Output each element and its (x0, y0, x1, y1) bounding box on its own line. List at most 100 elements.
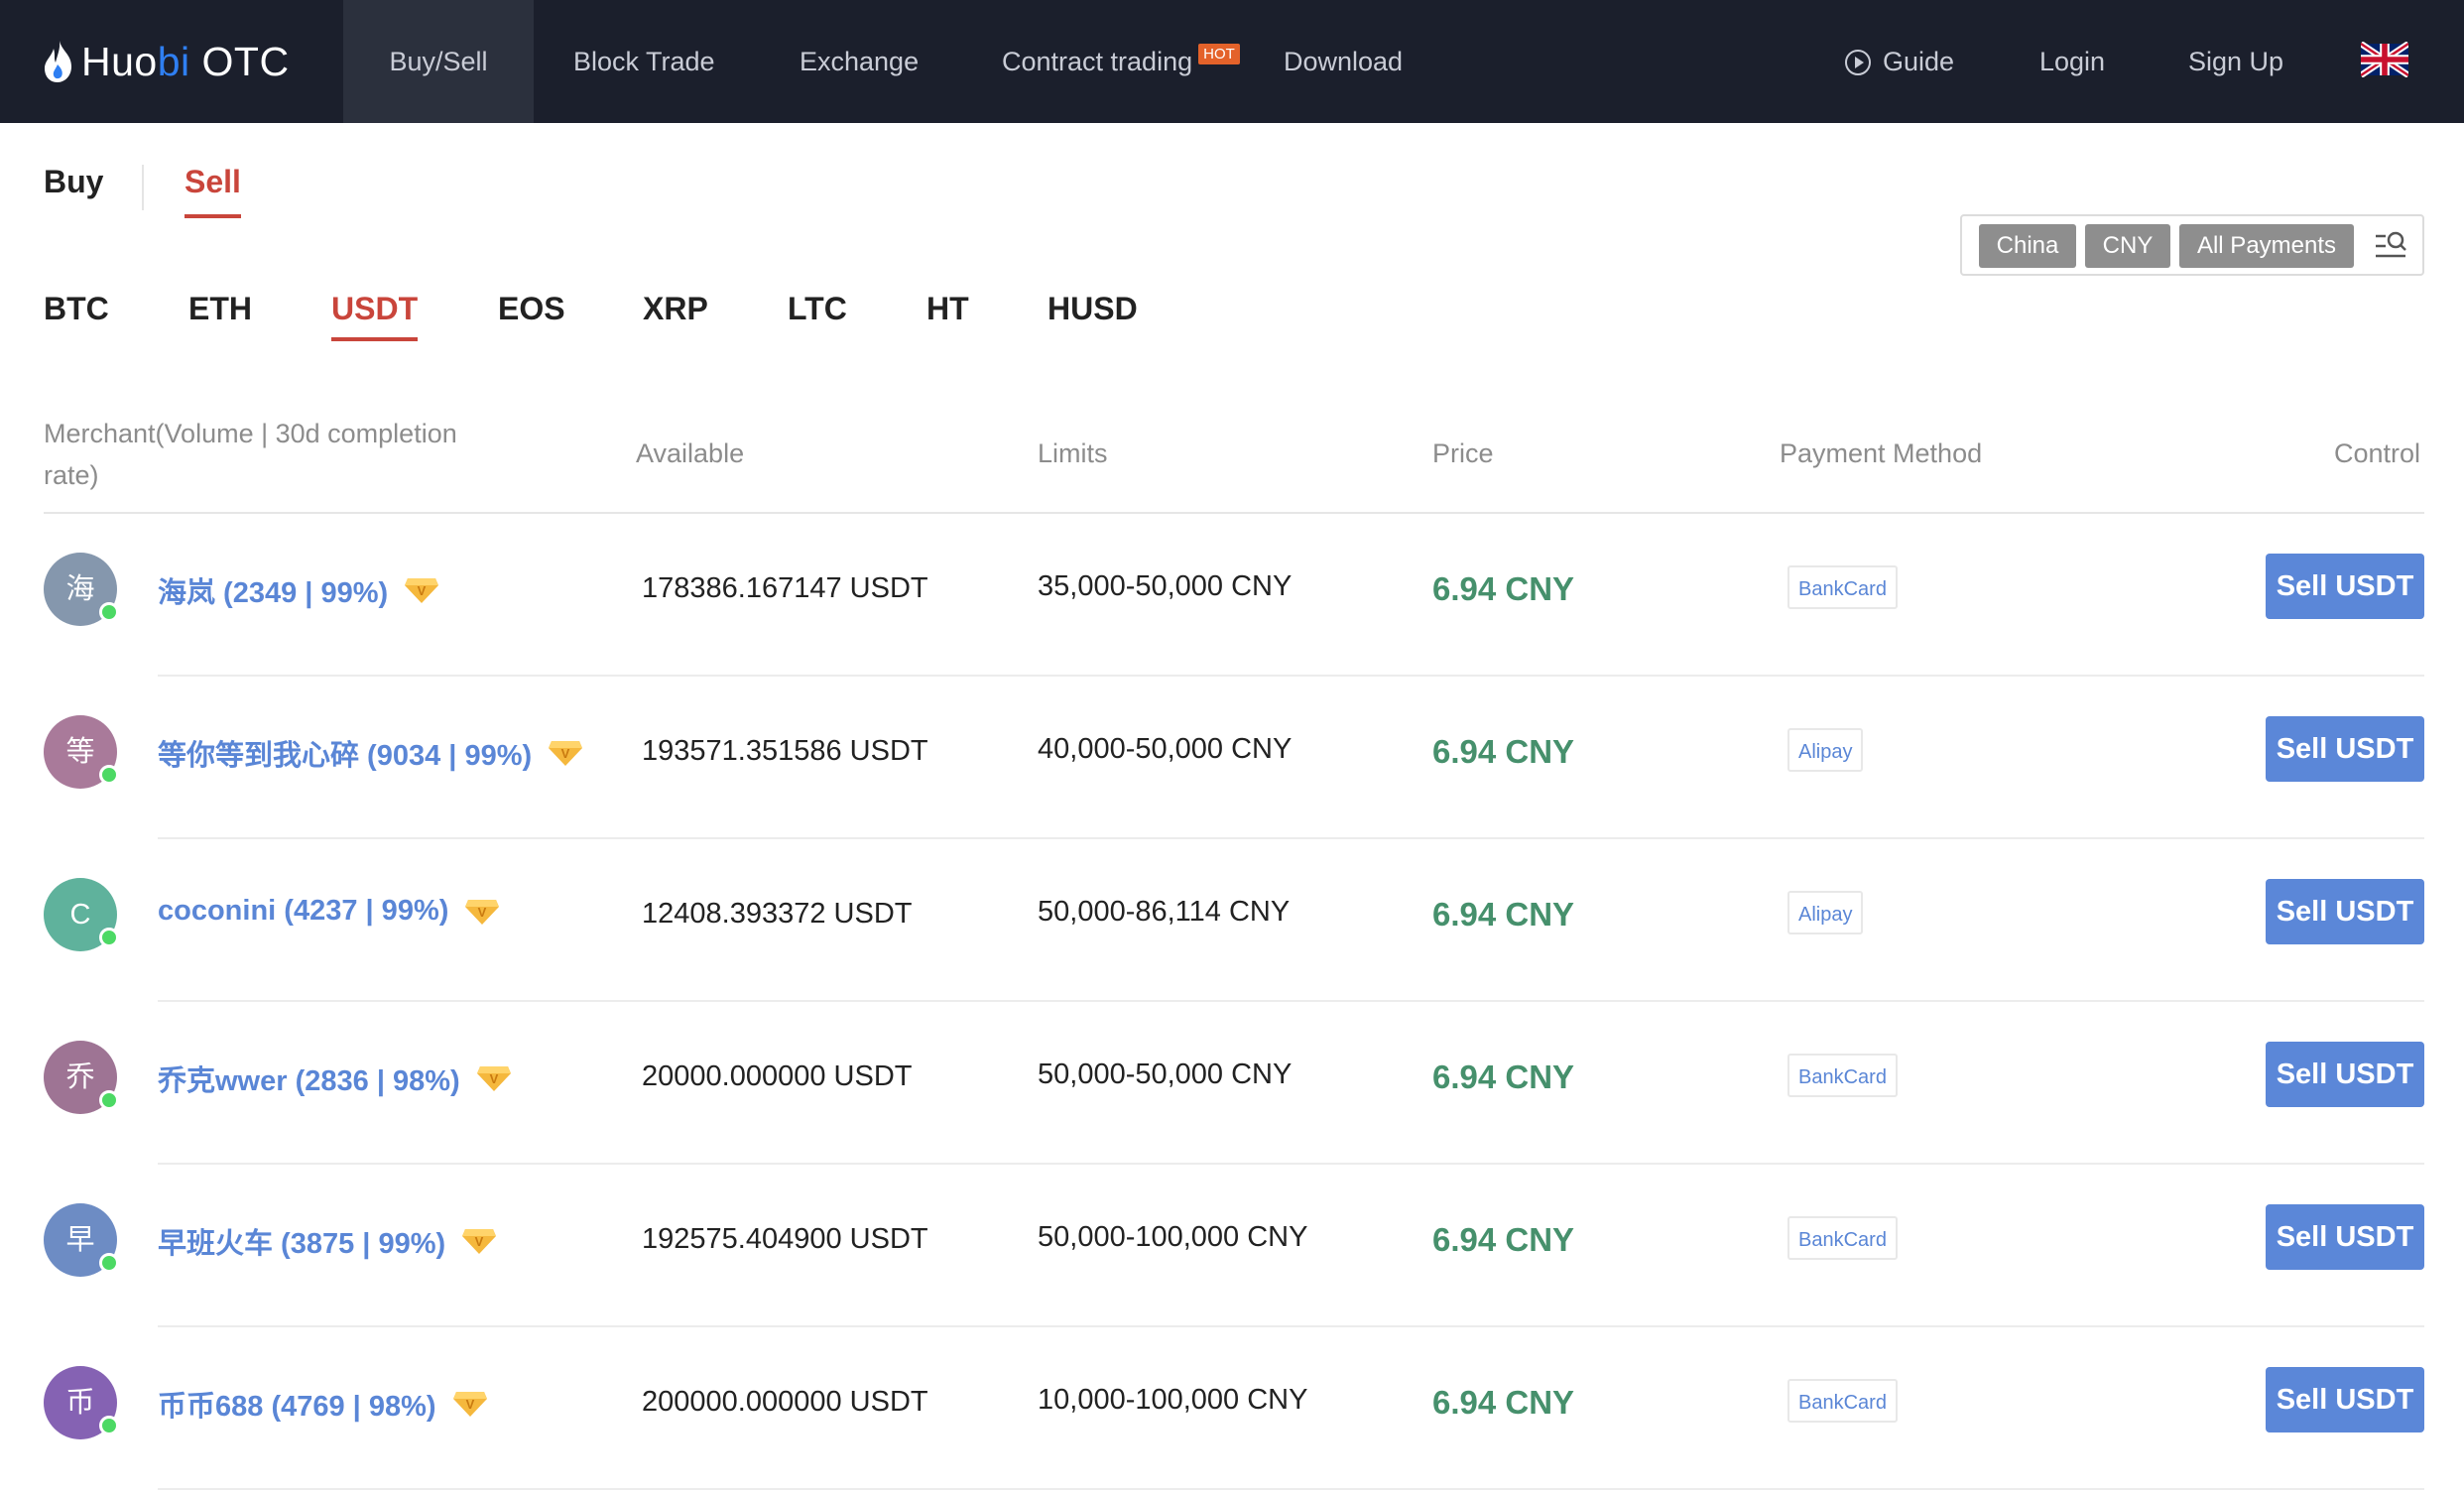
merchant-name: 等你等到我心碎 (9034 | 99%) (158, 740, 533, 772)
merchant-name: 币币688 (4769 | 98%) (158, 1391, 436, 1423)
avatar[interactable]: C (44, 878, 119, 951)
coin-tab-xrp[interactable]: XRP (643, 291, 708, 327)
table-row: Ccoconini (4237 | 99%) 12408.393372 USDT 5… (0, 839, 2464, 1002)
limits-range: 50,000-50,000 CNY (1038, 1058, 1293, 1090)
payment-method-badge: Alipay (1787, 891, 1864, 934)
header-limits: Limits (1038, 438, 1108, 468)
limits-range: 50,000-86,114 CNY (1038, 896, 1291, 928)
play-circle-icon (1845, 50, 1871, 75)
limits-range: 40,000-50,000 CNY (1038, 733, 1293, 765)
limits-range: 10,000-100,000 CNY (1038, 1384, 1308, 1416)
price-value: 6.94 CNY (1432, 570, 1575, 607)
avatar[interactable]: 币 (44, 1366, 119, 1439)
row-divider (158, 1488, 2424, 1490)
table-row: 乔 乔克wwer (2836 | 98%) 20000.000000 USDT 50,… (0, 1002, 2464, 1165)
merchant-name: coconini (4237 | 99%) (158, 895, 449, 927)
nav-guide[interactable]: Guide (1845, 0, 1954, 123)
merchant-name: 乔克wwer (2836 | 98%) (158, 1065, 460, 1097)
online-status-dot (99, 1416, 119, 1435)
vip-diamond-icon (404, 575, 439, 605)
sell-usdt-button[interactable]: Sell USDT (2266, 879, 2424, 944)
coin-tab-ht[interactable]: HT (926, 291, 969, 327)
coin-tab-eth[interactable]: ETH (188, 291, 252, 327)
online-status-dot (99, 928, 119, 947)
coin-tab-btc[interactable]: BTC (44, 291, 109, 327)
avatar[interactable]: 等 (44, 715, 119, 789)
table-row: 早 早班火车 (3875 | 99%) 192575.404900 USDT 50,0… (0, 1165, 2464, 1327)
available-amount: 20000.000000 USDT (642, 1060, 913, 1092)
tab-buy[interactable]: Buy (44, 164, 103, 200)
vip-diamond-icon (548, 738, 583, 768)
online-status-dot (99, 1090, 119, 1110)
payment-method-badge: BankCard (1787, 1054, 1898, 1097)
top-nav: Huobi OTC Buy/Sell Block Trade Exchange … (0, 0, 2464, 123)
header-price: Price (1432, 438, 1494, 468)
uk-flag-icon[interactable] (2361, 42, 2408, 77)
payment-method-badge: BankCard (1787, 565, 1898, 609)
flame-icon (45, 41, 71, 82)
avatar[interactable]: 海 (44, 553, 119, 626)
limits-range: 35,000-50,000 CNY (1038, 570, 1293, 602)
table-row: 海 海岚 (2349 | 99%) 178386.167147 USDT 35,000… (0, 514, 2464, 677)
nav-buy-sell[interactable]: Buy/Sell (343, 0, 534, 123)
avatar[interactable]: 早 (44, 1203, 119, 1277)
merchant-link[interactable]: 早班火车 (3875 | 99%) (158, 1220, 497, 1262)
avatar[interactable]: 乔 (44, 1041, 119, 1114)
coin-tab-usdt[interactable]: USDT (331, 291, 419, 341)
payment-method-badge: Alipay (1787, 728, 1864, 772)
coin-tab-eos[interactable]: EOS (498, 291, 565, 327)
sell-usdt-button[interactable]: Sell USDT (2266, 554, 2424, 619)
filter-bar: China CNY All Payments (1960, 214, 2424, 276)
nav-login[interactable]: Login (2039, 0, 2105, 123)
tab-sell[interactable]: Sell (185, 164, 241, 218)
available-amount: 193571.351586 USDT (642, 735, 928, 767)
table-row: 币 币币688 (4769 | 98%) 200000.000000 USDT 10,… (0, 1327, 2464, 1490)
sell-usdt-button[interactable]: Sell USDT (2266, 1042, 2424, 1107)
nav-contract-trading[interactable]: Contract trading HOT (1002, 0, 1240, 123)
coin-tab-husd[interactable]: HUSD (1047, 291, 1138, 327)
online-status-dot (99, 765, 119, 785)
merchant-link[interactable]: 等你等到我心碎 (9034 | 99%) (158, 732, 583, 774)
nav-exchange[interactable]: Exchange (800, 0, 919, 123)
vip-diamond-icon (461, 1226, 497, 1256)
available-amount: 178386.167147 USDT (642, 572, 928, 604)
price-value: 6.94 CNY (1432, 1384, 1575, 1421)
sell-usdt-button[interactable]: Sell USDT (2266, 716, 2424, 782)
filter-currency-chip[interactable]: CNY (2085, 224, 2170, 268)
payment-method-badge: BankCard (1787, 1379, 1898, 1423)
nav-guide-label: Guide (1883, 47, 1955, 76)
available-amount: 192575.404900 USDT (642, 1223, 928, 1255)
price-value: 6.94 CNY (1432, 1058, 1575, 1095)
merchant-link[interactable]: 乔克wwer (2836 | 98%) (158, 1058, 512, 1099)
price-value: 6.94 CNY (1432, 733, 1575, 770)
hot-badge: HOT (1198, 44, 1240, 64)
sell-usdt-button[interactable]: Sell USDT (2266, 1367, 2424, 1432)
sell-usdt-button[interactable]: Sell USDT (2266, 1204, 2424, 1270)
header-merchant: Merchant(Volume | 30d completion rate) (44, 413, 457, 496)
brand-name: Huobi OTC (81, 38, 290, 84)
merchant-link[interactable]: 海岚 (2349 | 99%) (158, 569, 439, 611)
nav-sign-up[interactable]: Sign Up (2188, 0, 2283, 123)
price-value: 6.94 CNY (1432, 896, 1575, 933)
online-status-dot (99, 1253, 119, 1273)
header-merchant-line1: Merchant(Volume | 30d completion (44, 419, 457, 448)
header-payment-method: Payment Method (1780, 438, 1983, 468)
search-filter-icon[interactable] (2374, 228, 2409, 264)
price-value: 6.94 CNY (1432, 1221, 1575, 1258)
nav-download[interactable]: Download (1284, 0, 1403, 123)
vip-diamond-icon (452, 1389, 488, 1419)
header-available: Available (636, 438, 745, 468)
merchant-name: 早班火车 (3875 | 99%) (158, 1228, 446, 1260)
filter-payment-chip[interactable]: All Payments (2179, 224, 2354, 268)
vip-diamond-icon (464, 897, 500, 927)
merchant-link[interactable]: coconini (4237 | 99%) (158, 895, 500, 928)
coin-tab-ltc[interactable]: LTC (788, 291, 847, 327)
available-amount: 200000.000000 USDT (642, 1386, 928, 1418)
merchant-link[interactable]: 币币688 (4769 | 98%) (158, 1383, 488, 1425)
nav-block-trade[interactable]: Block Trade (573, 0, 715, 123)
tab-divider (142, 165, 144, 210)
nav-contract-trading-label: Contract trading (1002, 47, 1193, 76)
filter-country-chip[interactable]: China (1979, 224, 2076, 268)
limits-range: 50,000-100,000 CNY (1038, 1221, 1308, 1253)
huobi-otc-logo[interactable]: Huobi OTC (42, 30, 290, 93)
